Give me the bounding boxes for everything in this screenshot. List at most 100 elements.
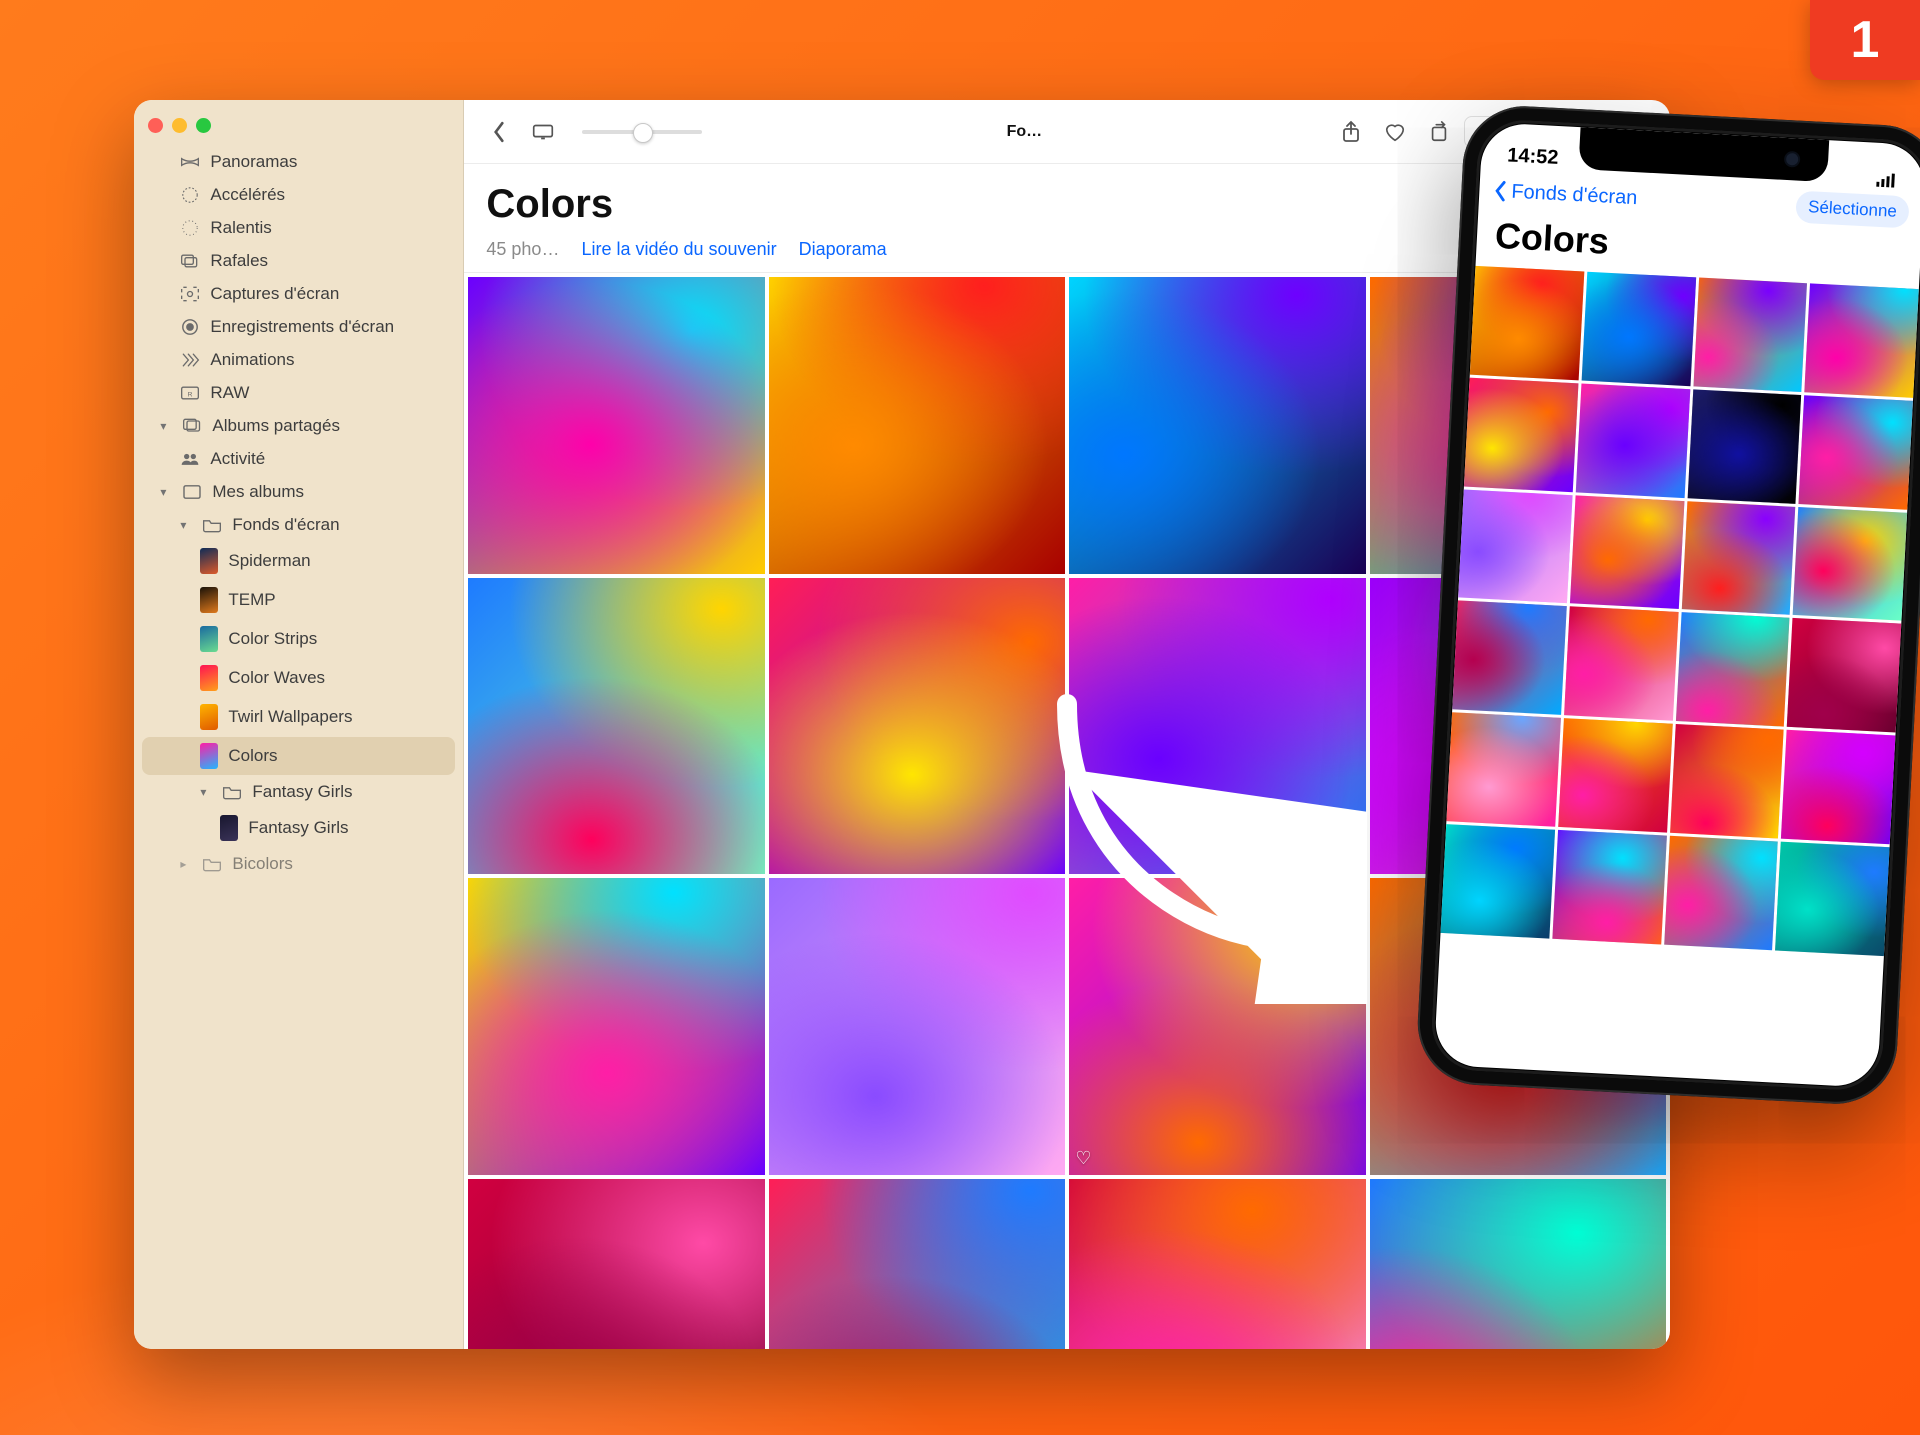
photo-thumbnail[interactable]: [1446, 712, 1560, 826]
toolbar-title: Fo…: [1007, 123, 1043, 141]
sidebar-folder-label: Fonds d'écran: [232, 515, 339, 535]
sidebar-item-panoramas[interactable]: Panoramas: [142, 146, 455, 178]
sidebar-album-color-waves[interactable]: Color Waves: [142, 659, 455, 697]
favorite-button[interactable]: [1376, 115, 1414, 149]
album-thumbnail-icon: [200, 704, 218, 730]
photo-thumbnail[interactable]: [1805, 283, 1919, 397]
photo-thumbnail[interactable]: [1675, 612, 1789, 726]
chevron-right-icon: ▸: [180, 857, 192, 871]
sidebar-item-acc-l-r-s[interactable]: Accélérés: [142, 179, 455, 211]
step-badge: 1: [1810, 0, 1920, 80]
chevron-down-icon: ▾: [200, 785, 212, 799]
photo-thumbnail[interactable]: [1552, 829, 1666, 943]
sidebar-album-twirl-wallpapers[interactable]: Twirl Wallpapers: [142, 698, 455, 736]
sidebar-album-colors[interactable]: Colors: [142, 737, 455, 775]
back-button[interactable]: Fonds d'écran: [1493, 179, 1638, 210]
photo-thumbnail[interactable]: [1775, 841, 1889, 955]
photo-thumbnail[interactable]: [1799, 395, 1913, 509]
sidebar-item-ralentis[interactable]: Ralentis: [142, 212, 455, 244]
album-thumbnail-icon: [220, 815, 238, 841]
photo-thumbnail[interactable]: [1693, 277, 1807, 391]
back-button[interactable]: [480, 115, 518, 149]
sidebar-item-raw[interactable]: RRAW: [142, 377, 455, 409]
photo-thumbnail[interactable]: [1452, 600, 1566, 714]
screenrecord-icon: [180, 319, 200, 335]
favorite-badge-icon: ♡: [1075, 1148, 1091, 1169]
sidebar-item-label: Panoramas: [210, 152, 297, 172]
zoom-slider[interactable]: [582, 130, 702, 134]
photo-thumbnail[interactable]: [1069, 1179, 1366, 1349]
album-thumbnail-icon: [200, 665, 218, 691]
sidebar-folder-fantasy[interactable]: ▾ Fantasy Girls: [142, 776, 455, 808]
photo-thumbnail[interactable]: [468, 1179, 765, 1349]
photo-thumbnail[interactable]: [769, 878, 1066, 1175]
photo-thumbnail[interactable]: [769, 578, 1066, 875]
sidebar-album-temp[interactable]: TEMP: [142, 581, 455, 619]
sidebar-item-label: Activité: [210, 449, 265, 469]
timelapse-icon: [180, 187, 200, 203]
chevron-down-icon: ▾: [160, 485, 172, 499]
photo-thumbnail[interactable]: [1558, 718, 1672, 832]
aspect-button[interactable]: [524, 115, 562, 149]
photo-thumbnail[interactable]: [1687, 389, 1801, 503]
photo-thumbnail[interactable]: [468, 878, 765, 1175]
sidebar-section-my-albums[interactable]: ▾ Mes albums: [142, 476, 455, 508]
sidebar-album-fantasy-girls[interactable]: Fantasy Girls: [142, 809, 455, 847]
folder-icon: [202, 856, 222, 872]
sidebar-item-label: Enregistrements d'écran: [210, 317, 394, 337]
rotate-button[interactable]: [1420, 115, 1458, 149]
close-window-button[interactable]: [148, 118, 163, 133]
photo-thumbnail[interactable]: [769, 1179, 1066, 1349]
iphone-device: 14:52 Fonds d'écran Sélectionne Colors: [1415, 103, 1920, 1107]
photo-thumbnail[interactable]: ♡: [1069, 878, 1366, 1175]
sidebar-section-shared[interactable]: ▾ Albums partagés: [142, 410, 455, 442]
sidebar-album-label: TEMP: [228, 590, 275, 610]
sidebar-album-label: Color Waves: [228, 668, 325, 688]
minimize-window-button[interactable]: [172, 118, 187, 133]
fullscreen-window-button[interactable]: [196, 118, 211, 133]
sidebar-item-rafales[interactable]: Rafales: [142, 245, 455, 277]
photo-thumbnail[interactable]: [769, 277, 1066, 574]
photo-thumbnail[interactable]: [1470, 266, 1584, 380]
album-icon: [182, 484, 202, 500]
chevron-left-icon: [1493, 179, 1508, 202]
photo-thumbnail[interactable]: [1664, 835, 1778, 949]
sidebar-item-activity[interactable]: Activité: [142, 443, 455, 475]
photo-thumbnail[interactable]: [1564, 606, 1678, 720]
sidebar-item-captures-d-cran[interactable]: Captures d'écran: [142, 278, 455, 310]
photo-thumbnail[interactable]: [1793, 506, 1907, 620]
signal-icon: [1876, 173, 1899, 188]
sidebar-folder-wallpapers[interactable]: ▾ Fonds d'écran: [142, 509, 455, 541]
photo-thumbnail[interactable]: [1576, 383, 1690, 497]
photo-thumbnail[interactable]: [468, 578, 765, 875]
sidebar-item-animations[interactable]: Animations: [142, 344, 455, 376]
slowmo-icon: [180, 220, 200, 236]
sidebar-section-label: Albums partagés: [212, 416, 340, 436]
photo-thumbnail[interactable]: [1458, 489, 1572, 603]
share-button[interactable]: [1332, 115, 1370, 149]
sidebar: Panoramas AccélérésRalentisRafalesCapture…: [134, 100, 464, 1348]
photo-thumbnail[interactable]: [468, 277, 765, 574]
sidebar-section-label: Mes albums: [212, 482, 304, 502]
camera-icon: [1785, 153, 1798, 166]
folder-icon: [222, 784, 242, 800]
photo-thumbnail[interactable]: [1670, 724, 1784, 838]
photo-thumbnail[interactable]: [1787, 618, 1901, 732]
photo-thumbnail[interactable]: [1781, 730, 1895, 844]
slideshow-link[interactable]: Diaporama: [799, 239, 887, 260]
memory-video-link[interactable]: Lire la vidéo du souvenir: [581, 239, 776, 260]
photo-thumbnail[interactable]: [1570, 495, 1684, 609]
photo-thumbnail[interactable]: [1069, 578, 1366, 875]
sidebar-folder-bicolors[interactable]: ▸ Bicolors: [142, 848, 455, 880]
sidebar-album-spiderman[interactable]: Spiderman: [142, 542, 455, 580]
sidebar-album-color-strips[interactable]: Color Strips: [142, 620, 455, 658]
photo-thumbnail[interactable]: [1441, 824, 1555, 938]
photo-thumbnail[interactable]: [1581, 271, 1695, 385]
photo-thumbnail[interactable]: [1681, 501, 1795, 615]
photo-thumbnail[interactable]: [1069, 277, 1366, 574]
photo-thumbnail[interactable]: [1370, 1179, 1667, 1349]
sidebar-album-label: Colors: [228, 746, 277, 766]
photo-thumbnail[interactable]: [1464, 377, 1578, 491]
sidebar-item-enregistrements-d-cran[interactable]: Enregistrements d'écran: [142, 311, 455, 343]
select-button[interactable]: Sélectionne: [1795, 190, 1909, 228]
